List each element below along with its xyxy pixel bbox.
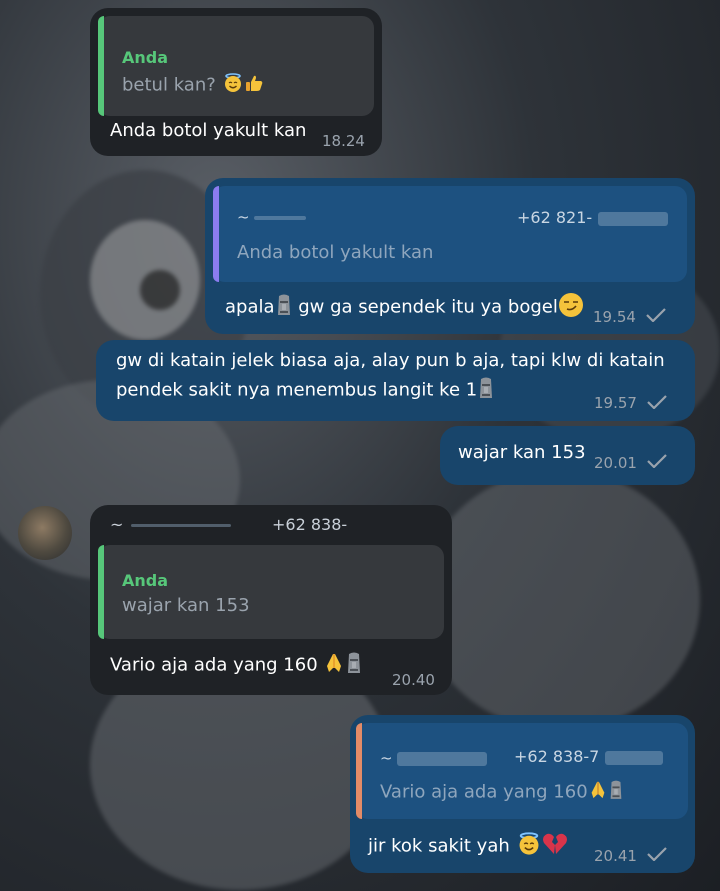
redacted-phone [598,211,669,226]
reply-text: wajar kan 153 [122,595,250,616]
redacted-name [396,751,487,766]
moai-emoji-icon [608,779,624,806]
redacted-name [254,215,307,220]
message-time: 19.54 [593,308,636,326]
reply-sender-phone-row: +62 821- [517,208,669,227]
reply-sender-phone-row: +62 838-7 [514,747,664,766]
reply-sender-name: ~ [237,208,255,226]
message-bubble-outgoing[interactable]: wajar kan 153 20.01 [440,426,695,485]
message-text-row: Vario aja ada yang 160 [110,651,363,680]
reply-text-row: Vario aja ada yang 160 [380,779,624,806]
reply-text: betul kan? [122,74,216,96]
reply-quote-bar [356,723,362,819]
message-bubble-incoming[interactable]: Anda betul kan? Anda botol yakult kan 18… [90,8,382,156]
reply-text: Anda botol yakult kan [237,242,434,263]
message-bubble-outgoing[interactable]: ~ +62 821- Anda botol yakult kan apala g… [205,178,695,334]
message-time: 20.40 [392,671,435,689]
reply-sender-row: ~ [237,208,307,226]
message-text-part: apala [225,296,275,318]
message-bubble-incoming[interactable]: ~ +62 838- Anda wajar kan 153 Vario aja … [90,505,452,695]
sender-phone: +62 838- [272,515,348,534]
message-bubble-outgoing[interactable]: ~ +62 838-7 Vario aja ada yang 160 jir k… [350,715,695,873]
message-bubble-outgoing[interactable]: gw di katain jelek biasa aja, alay pun b… [96,340,695,421]
message-text-row: pendek sakit nya menembus langit ke 1 [116,376,495,405]
smirk-emoji-icon [558,292,584,323]
reply-quote-bar [98,545,104,639]
message-text: Anda botol yakult kan [110,120,307,141]
reply-quote[interactable]: ~ +62 838-7 Vario aja ada yang 160 [356,723,688,819]
broken-heart-emoji-icon [542,832,568,861]
reply-sender-phone: +62 821- [517,208,593,227]
reply-quote-bar [98,16,104,116]
message-text-part: gw ga sependek itu ya bogel [292,296,558,318]
pray-emoji-icon [323,652,345,679]
message-text: Vario aja ada yang 160 [110,654,318,676]
message-text-line: pendek sakit nya menembus langit ke 1 [116,379,478,401]
message-text: wajar kan 153 [458,442,586,463]
smiling-halo-emoji-icon [516,831,542,862]
thumbs-up-emoji-icon [244,73,264,98]
reply-sender-name: Anda [122,48,169,67]
message-text-line: gw di katain jelek biasa aja, alay pun b… [116,350,665,371]
redacted-phone [605,750,664,765]
message-text: jir kok sakit yah [368,835,510,857]
moai-emoji-icon [275,293,293,322]
message-time: 20.01 [594,454,637,472]
reply-sender-row: ~ [380,749,487,767]
moai-emoji-icon [477,376,495,405]
message-text-row: jir kok sakit yah [368,831,568,862]
redacted-name [131,524,232,527]
reply-text-row: betul kan? [122,72,264,99]
pray-emoji-icon [588,780,608,805]
sender-header: ~ [110,515,232,534]
read-check-icon [647,454,667,468]
message-time: 19.57 [594,394,637,412]
read-check-icon [647,847,667,861]
reply-text: Vario aja ada yang 160 [380,781,588,803]
smiling-halo-emoji-icon [222,72,244,99]
reply-sender-phone: +62 838-7 [514,747,600,766]
moai-emoji-icon [345,651,363,680]
read-check-icon [647,395,667,409]
reply-quote[interactable]: Anda wajar kan 153 [98,545,444,639]
message-time: 18.24 [322,132,365,150]
reply-sender-name: ~ [380,749,393,767]
message-time: 20.41 [594,847,637,865]
message-text-row: apala gw ga sependek itu ya bogel [225,292,584,323]
reply-quote[interactable]: ~ +62 821- Anda botol yakult kan [213,186,687,282]
sender-avatar[interactable] [18,506,72,560]
sender-name: ~ [110,515,124,534]
reply-sender-name: Anda [122,571,169,590]
reply-quote[interactable]: Anda betul kan? [98,16,374,116]
read-check-icon [646,308,666,322]
reply-quote-bar [213,186,219,282]
